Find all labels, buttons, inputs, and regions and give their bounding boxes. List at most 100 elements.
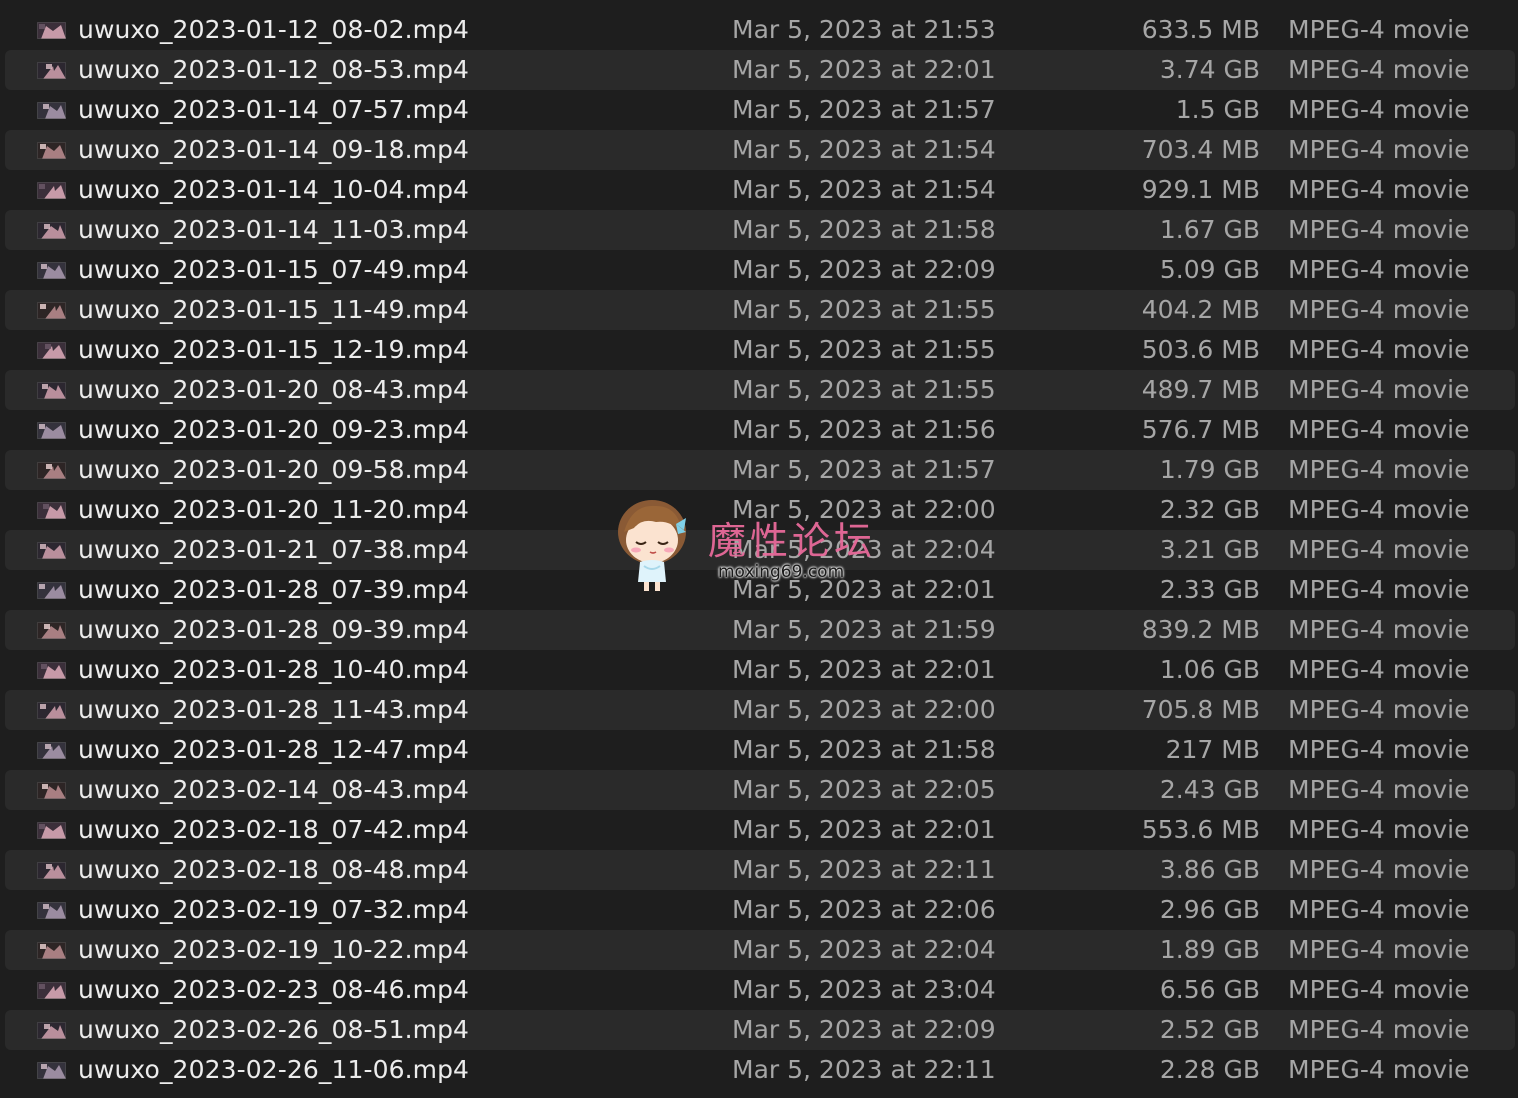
date-modified: Mar 5, 2023 at 22:09: [732, 1015, 996, 1044]
file-size: 5.09 GB: [1159, 255, 1260, 284]
video-thumbnail-icon: [37, 782, 66, 799]
date-modified: Mar 5, 2023 at 22:09: [732, 255, 996, 284]
file-size: 6.56 GB: [1159, 975, 1260, 1004]
file-size: 404.2 MB: [1141, 295, 1260, 324]
file-kind: MPEG-4 movie: [1288, 55, 1470, 84]
file-name: uwuxo_2023-01-20_09-58.mp4: [78, 455, 470, 484]
file-name: uwuxo_2023-01-20_11-20.mp4: [78, 495, 470, 524]
file-size: 633.5 MB: [1141, 15, 1260, 44]
video-thumbnail-icon: [37, 742, 66, 759]
file-name: uwuxo_2023-01-15_12-19.mp4: [78, 335, 470, 364]
file-row[interactable]: uwuxo_2023-01-14_09-18.mp4 Mar 5, 2023 at…: [5, 130, 1515, 170]
file-row[interactable]: uwuxo_2023-02-26_08-51.mp4 Mar 5, 2023 at…: [5, 1010, 1515, 1050]
video-thumbnail-icon: [37, 982, 66, 999]
file-name: uwuxo_2023-01-15_11-49.mp4: [78, 295, 470, 324]
file-row[interactable]: uwuxo_2023-01-14_11-03.mp4 Mar 5, 2023 at…: [5, 210, 1515, 250]
date-modified: Mar 5, 2023 at 22:05: [732, 775, 996, 804]
video-thumbnail-icon: [37, 702, 66, 719]
video-thumbnail-icon: [37, 102, 66, 119]
date-modified: Mar 5, 2023 at 22:01: [732, 655, 996, 684]
file-name: uwuxo_2023-01-28_12-47.mp4: [78, 735, 470, 764]
file-name: uwuxo_2023-01-28_09-39.mp4: [78, 615, 470, 644]
video-thumbnail-icon: [37, 1062, 66, 1079]
file-row[interactable]: uwuxo_2023-02-23_08-46.mp4 Mar 5, 2023 at…: [5, 970, 1515, 1010]
file-name: uwuxo_2023-01-14_07-57.mp4: [78, 95, 470, 124]
file-name: uwuxo_2023-01-28_10-40.mp4: [78, 655, 470, 684]
file-row[interactable]: uwuxo_2023-01-20_09-58.mp4 Mar 5, 2023 at…: [5, 450, 1515, 490]
date-modified: Mar 5, 2023 at 21:59: [732, 615, 996, 644]
date-modified: Mar 5, 2023 at 23:04: [732, 975, 996, 1004]
file-size: 3.86 GB: [1159, 855, 1260, 884]
date-modified: Mar 5, 2023 at 22:11: [732, 855, 996, 884]
video-thumbnail-icon: [37, 22, 66, 39]
file-list: uwuxo_2023-01-12_08-02.mp4 Mar 5, 2023 at…: [0, 10, 1518, 1090]
file-kind: MPEG-4 movie: [1288, 655, 1470, 684]
file-name: uwuxo_2023-01-28_07-39.mp4: [78, 575, 470, 604]
date-modified: Mar 5, 2023 at 22:00: [732, 495, 996, 524]
file-row[interactable]: uwuxo_2023-01-12_08-02.mp4 Mar 5, 2023 at…: [5, 10, 1515, 50]
video-thumbnail-icon: [37, 902, 66, 919]
video-thumbnail-icon: [37, 542, 66, 559]
file-name: uwuxo_2023-01-21_07-38.mp4: [78, 535, 470, 564]
file-row[interactable]: uwuxo_2023-01-14_07-57.mp4 Mar 5, 2023 at…: [5, 90, 1515, 130]
video-thumbnail-icon: [37, 422, 66, 439]
video-thumbnail-icon: [37, 142, 66, 159]
file-row[interactable]: uwuxo_2023-01-21_07-38.mp4 Mar 5, 2023 at…: [5, 530, 1515, 570]
file-name: uwuxo_2023-01-14_11-03.mp4: [78, 215, 470, 244]
file-size: 2.33 GB: [1159, 575, 1260, 604]
file-name: uwuxo_2023-02-26_08-51.mp4: [78, 1015, 470, 1044]
file-row[interactable]: uwuxo_2023-01-28_09-39.mp4 Mar 5, 2023 at…: [5, 610, 1515, 650]
file-kind: MPEG-4 movie: [1288, 495, 1470, 524]
video-thumbnail-icon: [37, 1022, 66, 1039]
file-row[interactable]: uwuxo_2023-01-20_08-43.mp4 Mar 5, 2023 at…: [5, 370, 1515, 410]
file-kind: MPEG-4 movie: [1288, 455, 1470, 484]
date-modified: Mar 5, 2023 at 21:56: [732, 415, 996, 444]
file-name: uwuxo_2023-02-18_07-42.mp4: [78, 815, 470, 844]
file-kind: MPEG-4 movie: [1288, 255, 1470, 284]
file-name: uwuxo_2023-01-15_07-49.mp4: [78, 255, 470, 284]
file-row[interactable]: uwuxo_2023-01-20_11-20.mp4 Mar 5, 2023 at…: [5, 490, 1515, 530]
date-modified: Mar 5, 2023 at 22:01: [732, 575, 996, 604]
video-thumbnail-icon: [37, 382, 66, 399]
file-kind: MPEG-4 movie: [1288, 895, 1470, 924]
file-row[interactable]: uwuxo_2023-01-15_12-19.mp4 Mar 5, 2023 at…: [5, 330, 1515, 370]
file-row[interactable]: uwuxo_2023-01-28_07-39.mp4 Mar 5, 2023 at…: [5, 570, 1515, 610]
file-row[interactable]: uwuxo_2023-02-26_11-06.mp4 Mar 5, 2023 at…: [5, 1050, 1515, 1090]
file-row[interactable]: uwuxo_2023-02-18_07-42.mp4 Mar 5, 2023 at…: [5, 810, 1515, 850]
video-thumbnail-icon: [37, 62, 66, 79]
file-kind: MPEG-4 movie: [1288, 855, 1470, 884]
date-modified: Mar 5, 2023 at 21:53: [732, 15, 996, 44]
file-row[interactable]: uwuxo_2023-01-15_07-49.mp4 Mar 5, 2023 at…: [5, 250, 1515, 290]
file-kind: MPEG-4 movie: [1288, 575, 1470, 604]
file-size: 1.89 GB: [1159, 935, 1260, 964]
file-kind: MPEG-4 movie: [1288, 95, 1470, 124]
file-name: uwuxo_2023-01-14_10-04.mp4: [78, 175, 470, 204]
file-row[interactable]: uwuxo_2023-01-12_08-53.mp4 Mar 5, 2023 at…: [5, 50, 1515, 90]
file-size: 929.1 MB: [1141, 175, 1260, 204]
video-thumbnail-icon: [37, 502, 66, 519]
file-name: uwuxo_2023-02-26_11-06.mp4: [78, 1055, 470, 1084]
file-row[interactable]: uwuxo_2023-02-19_07-32.mp4 Mar 5, 2023 at…: [5, 890, 1515, 930]
file-kind: MPEG-4 movie: [1288, 735, 1470, 764]
file-row[interactable]: uwuxo_2023-02-18_08-48.mp4 Mar 5, 2023 at…: [5, 850, 1515, 890]
file-size: 1.06 GB: [1159, 655, 1260, 684]
file-size: 1.79 GB: [1159, 455, 1260, 484]
file-row[interactable]: uwuxo_2023-01-28_10-40.mp4 Mar 5, 2023 at…: [5, 650, 1515, 690]
file-row[interactable]: uwuxo_2023-01-15_11-49.mp4 Mar 5, 2023 at…: [5, 290, 1515, 330]
file-row[interactable]: uwuxo_2023-02-14_08-43.mp4 Mar 5, 2023 at…: [5, 770, 1515, 810]
date-modified: Mar 5, 2023 at 21:54: [732, 135, 996, 164]
date-modified: Mar 5, 2023 at 21:54: [732, 175, 996, 204]
date-modified: Mar 5, 2023 at 22:01: [732, 815, 996, 844]
date-modified: Mar 5, 2023 at 21:55: [732, 295, 996, 324]
date-modified: Mar 5, 2023 at 22:04: [732, 935, 996, 964]
file-name: uwuxo_2023-01-12_08-53.mp4: [78, 55, 470, 84]
date-modified: Mar 5, 2023 at 21:58: [732, 735, 996, 764]
file-size: 703.4 MB: [1141, 135, 1260, 164]
file-row[interactable]: uwuxo_2023-01-28_11-43.mp4 Mar 5, 2023 at…: [5, 690, 1515, 730]
file-name: uwuxo_2023-02-14_08-43.mp4: [78, 775, 470, 804]
file-row[interactable]: uwuxo_2023-01-28_12-47.mp4 Mar 5, 2023 at…: [5, 730, 1515, 770]
file-row[interactable]: uwuxo_2023-02-19_10-22.mp4 Mar 5, 2023 at…: [5, 930, 1515, 970]
file-name: uwuxo_2023-01-20_08-43.mp4: [78, 375, 470, 404]
file-row[interactable]: uwuxo_2023-01-20_09-23.mp4 Mar 5, 2023 at…: [5, 410, 1515, 450]
file-row[interactable]: uwuxo_2023-01-14_10-04.mp4 Mar 5, 2023 at…: [5, 170, 1515, 210]
